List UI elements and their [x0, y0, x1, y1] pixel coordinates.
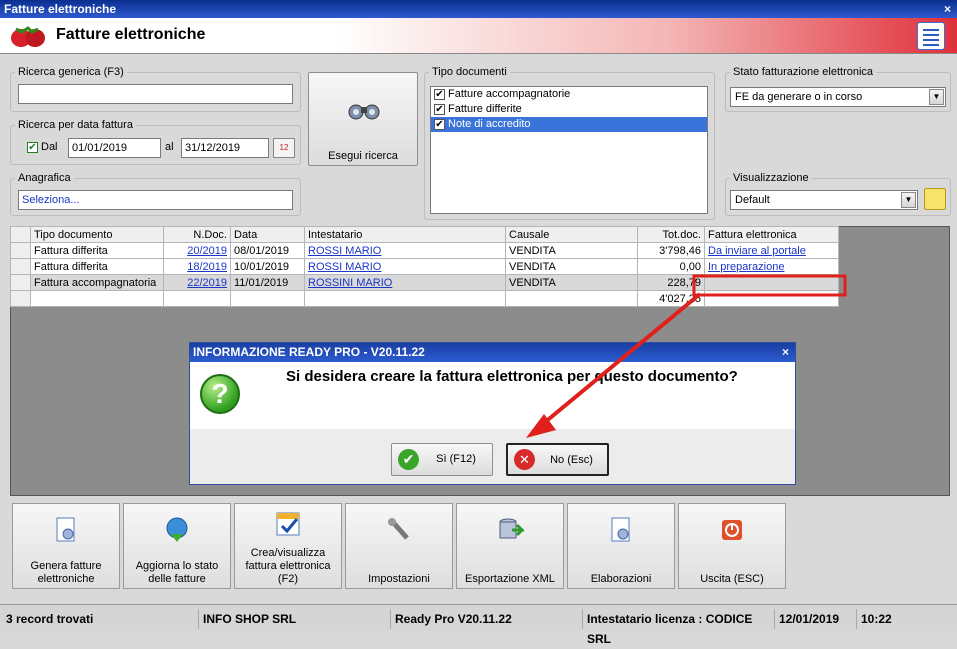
status-bar: 3 record trovati INFO SHOP SRL Ready Pro…	[0, 604, 957, 646]
status-license: Intestatario licenza : CODICE SRL	[582, 609, 772, 646]
status-version: Ready Pro V20.11.22	[390, 609, 578, 629]
status-time: 10:22	[856, 609, 932, 629]
settings-button[interactable]: Impostazioni	[345, 503, 453, 589]
update-status-button[interactable]: Aggiorna lo stato delle fatture	[123, 503, 231, 589]
exit-button[interactable]: Uscita (ESC)	[678, 503, 786, 589]
database-export-icon	[499, 518, 524, 539]
status-records: 3 record trovati	[6, 612, 94, 626]
wrench-icon	[388, 518, 409, 540]
document-gear-icon	[611, 517, 630, 542]
xml-export-button[interactable]: Esportazione XML	[456, 503, 564, 589]
document-gear-icon	[56, 517, 75, 542]
create-view-einvoice-button[interactable]: Crea/visualizza fattura elettronica (F2)	[234, 503, 342, 589]
processing-button[interactable]: Elaborazioni	[567, 503, 675, 589]
globe-download-icon	[166, 517, 188, 542]
status-company: INFO SHOP SRL	[198, 609, 388, 629]
power-icon	[722, 520, 742, 540]
highlight-box	[692, 274, 847, 297]
grid-check-icon	[276, 512, 300, 536]
annotation-arrow	[536, 292, 702, 430]
generate-einvoices-button[interactable]: Genera fatture elettroniche	[12, 503, 120, 589]
status-date: 12/01/2019	[774, 609, 854, 629]
